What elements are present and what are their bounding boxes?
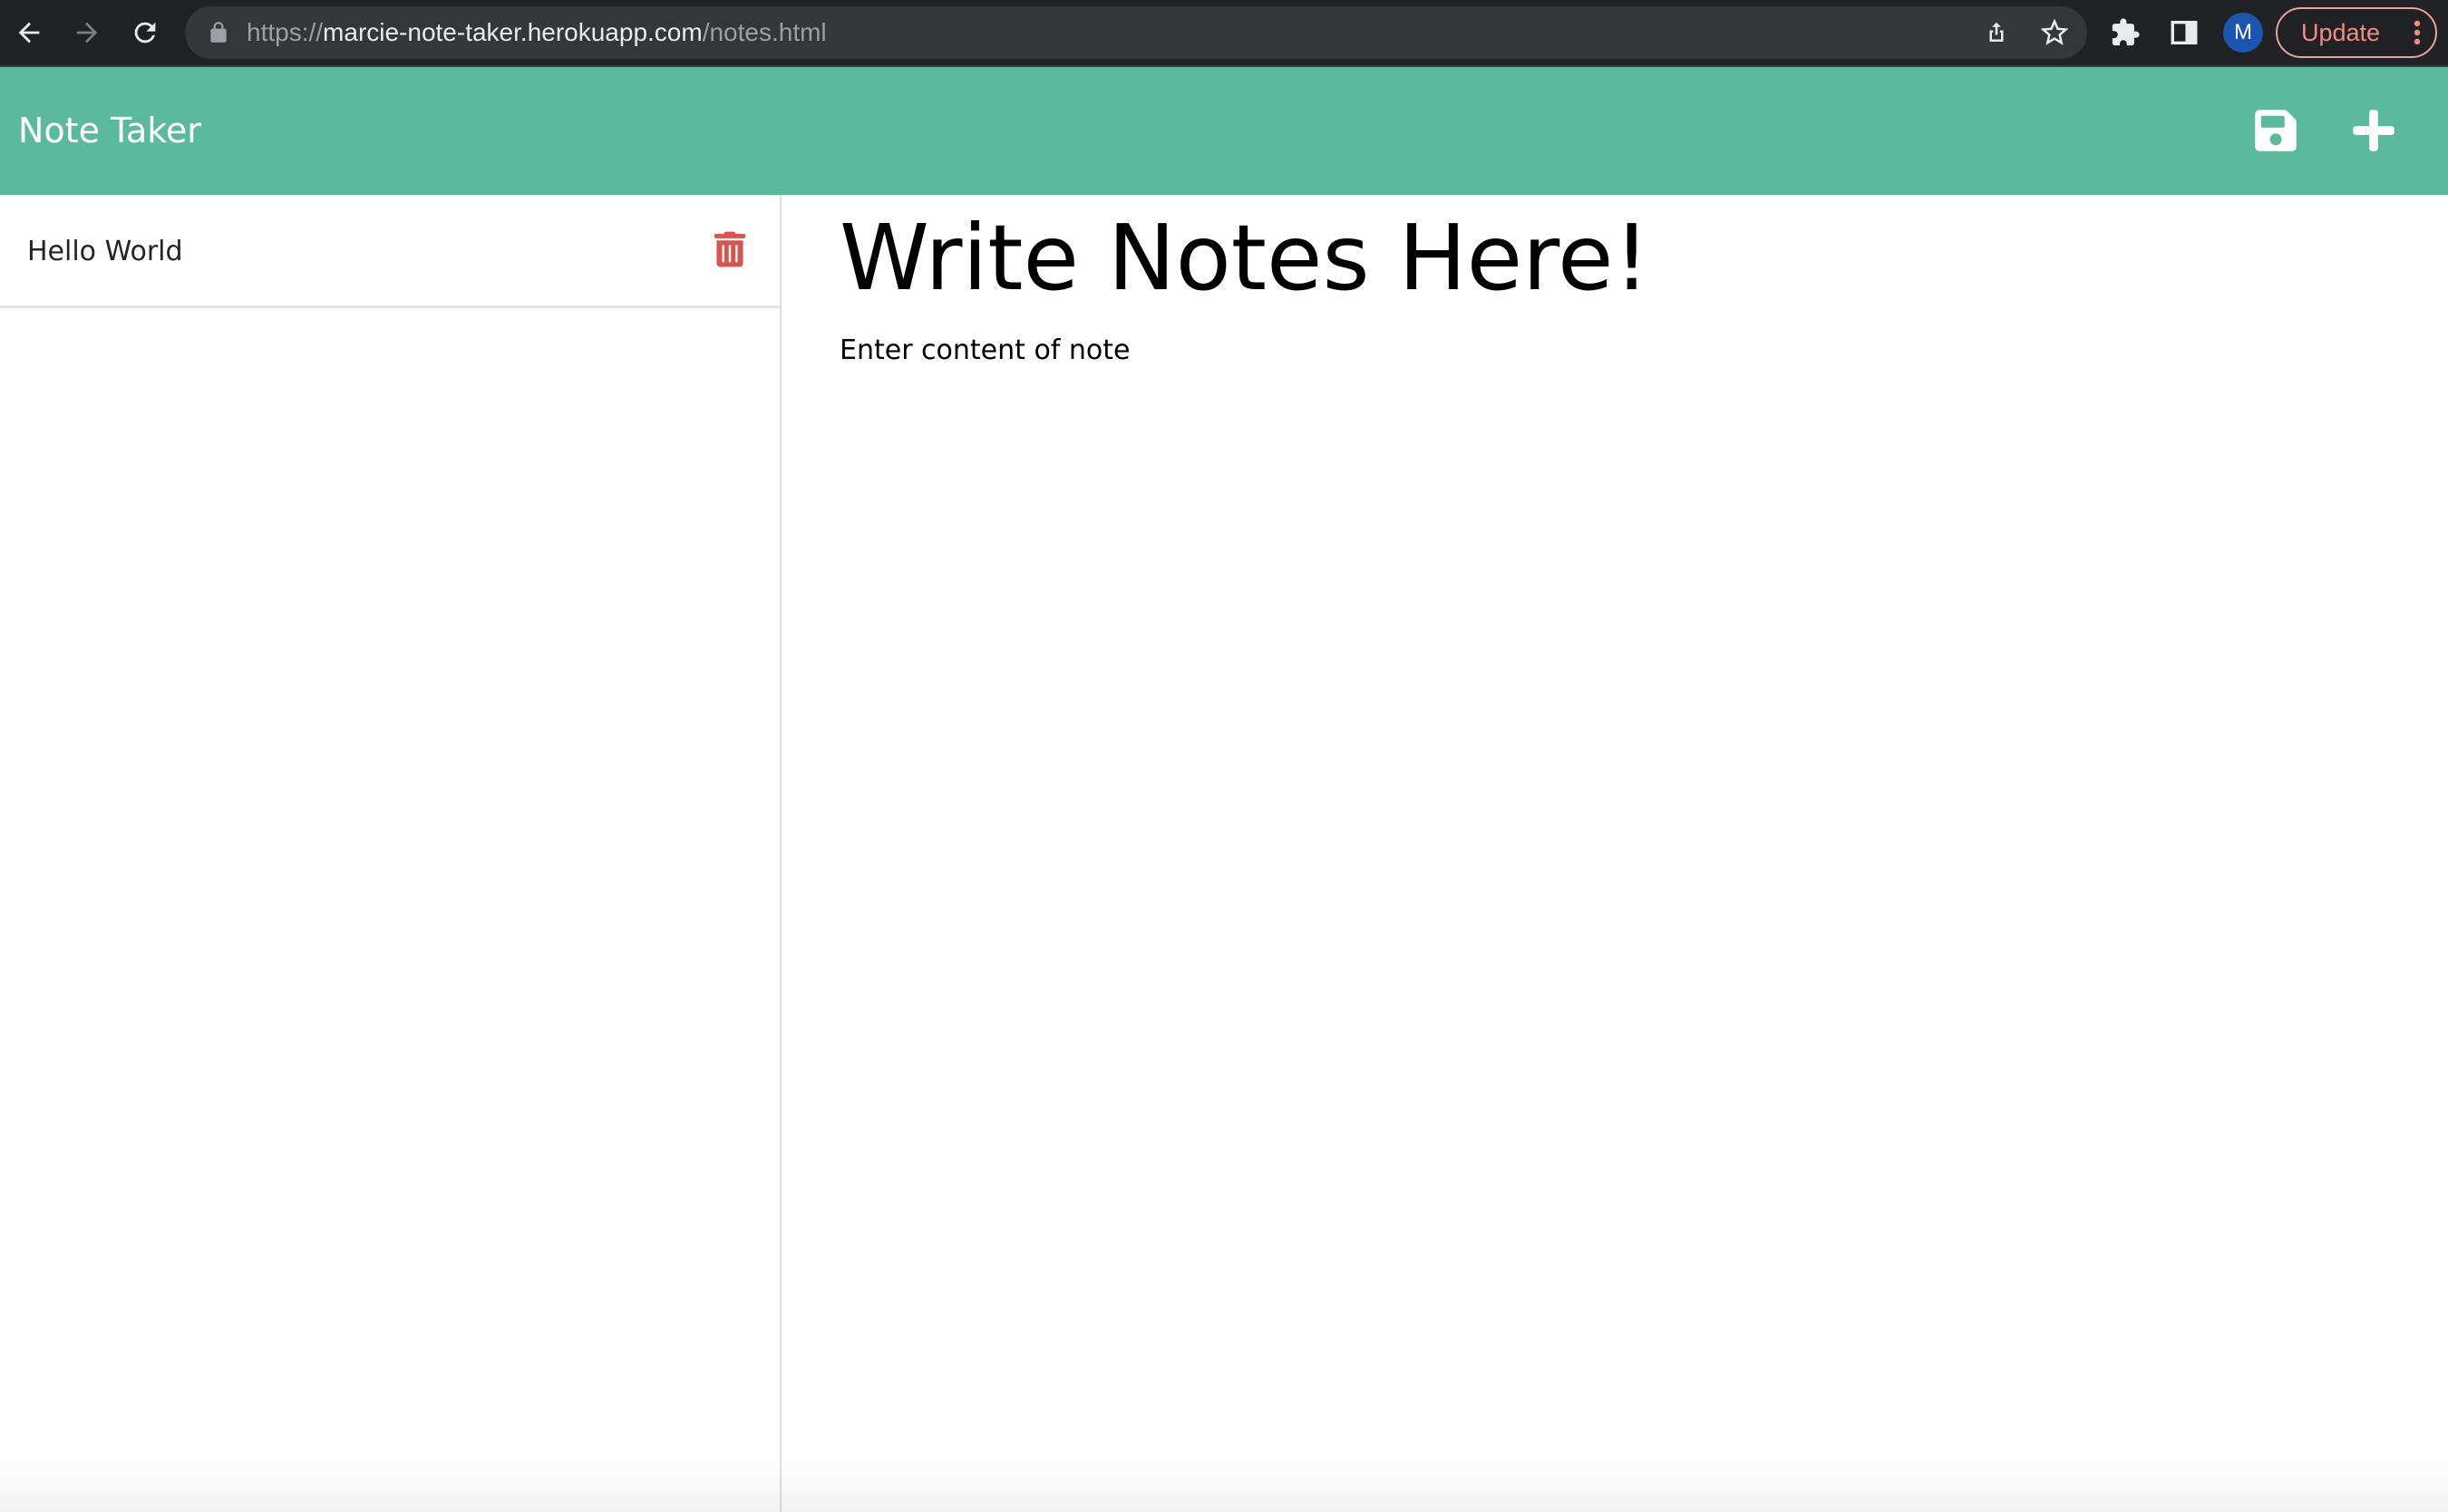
reload-button[interactable] — [125, 11, 165, 54]
url-text[interactable]: https://marcie-note-taker.herokuapp.com/… — [247, 6, 827, 59]
update-label: Update — [2301, 19, 2381, 46]
address-bar[interactable]: https://marcie-note-taker.herokuapp.com/… — [185, 6, 2087, 59]
forward-button[interactable] — [67, 11, 107, 54]
note-list-item[interactable]: Hello World — [0, 195, 780, 308]
app-navbar: Note Taker — [0, 67, 2448, 195]
trash-can-icon[interactable] — [714, 231, 745, 267]
note-editor: Enter content of note — [782, 195, 2448, 1512]
brand-title[interactable]: Note Taker — [18, 67, 201, 195]
share-icon — [1989, 22, 2004, 42]
side-panel-icon — [2171, 20, 2198, 45]
note-title-input[interactable] — [840, 204, 2381, 313]
more-vert-icon — [2414, 20, 2421, 45]
url-scheme: https:// — [247, 18, 324, 46]
share-button[interactable] — [1980, 16, 2013, 49]
plus-icon — [2353, 110, 2395, 151]
arrow-right-icon — [76, 22, 98, 44]
bookmark-button[interactable] — [2038, 16, 2071, 49]
url-path: /notes.html — [702, 18, 827, 46]
arrow-left-icon — [18, 22, 40, 44]
reload-icon — [134, 22, 156, 44]
notes-sidebar: Hello World — [0, 195, 782, 1512]
side-panel-button[interactable] — [2164, 13, 2204, 53]
url-host: marcie-note-taker.herokuapp.com — [323, 18, 703, 46]
new-note-button[interactable] — [2346, 103, 2401, 158]
puzzle-icon — [2112, 18, 2140, 46]
note-text-input[interactable]: Enter content of note — [840, 331, 2381, 1147]
profile-avatar[interactable]: M — [2223, 13, 2263, 53]
floppy-disk-icon — [2255, 110, 2297, 151]
extensions-button[interactable] — [2105, 13, 2145, 53]
note-item-title[interactable]: Hello World — [27, 195, 183, 308]
update-button[interactable]: Update — [2276, 7, 2437, 58]
save-note-button[interactable] — [2249, 103, 2303, 158]
back-button[interactable] — [9, 11, 49, 54]
browser-toolbar: https://marcie-note-taker.herokuapp.com/… — [0, 0, 2448, 67]
star-icon — [2041, 19, 2068, 45]
lock-icon — [210, 22, 227, 43]
